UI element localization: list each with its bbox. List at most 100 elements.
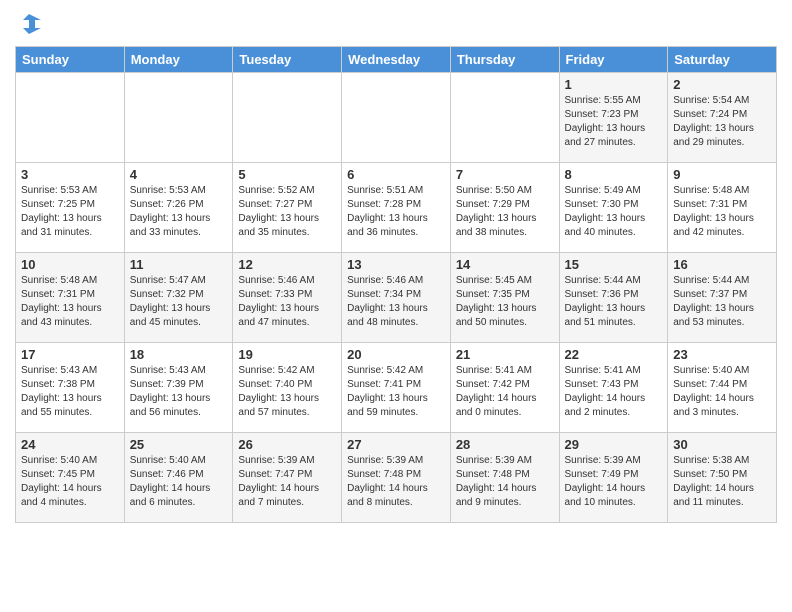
calendar-day-cell: 12Sunrise: 5:46 AM Sunset: 7:33 PM Dayli…: [233, 253, 342, 343]
day-info: Sunrise: 5:41 AM Sunset: 7:43 PM Dayligh…: [565, 364, 663, 420]
calendar-week-row: 3 Sunrise: 5:53 AM Sunset: 7:25 PM Daylig…: [16, 163, 777, 253]
calendar-day-cell: 22 Sunrise: 5:41 AM Sunset: 7:43 PM Dayli…: [559, 343, 668, 433]
day-number: 20: [347, 347, 445, 362]
day-info: Sunrise: 5:41 AM Sunset: 7:42 PM Dayligh…: [456, 364, 554, 420]
day-number: 8: [565, 167, 663, 182]
day-info: Sunrise: 5:40 AM Sunset: 7:44 PM Dayligh…: [673, 364, 771, 420]
day-info: Sunrise: 5:55 AM Sunset: 7:23 PM Dayligh…: [565, 94, 663, 150]
day-number: 26: [238, 437, 336, 452]
calendar-day-cell: 3 Sunrise: 5:53 AM Sunset: 7:25 PM Daylig…: [16, 163, 125, 253]
day-info: Sunrise: 5:47 AM Sunset: 7:32 PM Dayligh…: [130, 274, 228, 330]
day-number: 1: [565, 77, 663, 92]
calendar-day-cell: 6 Sunrise: 5:51 AM Sunset: 7:28 PM Daylig…: [342, 163, 451, 253]
calendar-day-cell: 21 Sunrise: 5:41 AM Sunset: 7:42 PM Dayli…: [450, 343, 559, 433]
day-info: Sunrise: 5:39 AM Sunset: 7:47 PM Dayligh…: [238, 454, 336, 510]
day-info: Sunrise: 5:38 AM Sunset: 7:50 PM Dayligh…: [673, 454, 771, 510]
calendar-header-row: SundayMondayTuesdayWednesdayThursdayFrid…: [16, 47, 777, 73]
day-info: Sunrise: 5:43 AM Sunset: 7:39 PM Dayligh…: [130, 364, 228, 420]
day-number: 13: [347, 257, 445, 272]
weekday-header: Monday: [124, 47, 233, 73]
page-header: [15, 10, 777, 38]
calendar-day-cell: 28 Sunrise: 5:39 AM Sunset: 7:48 PM Dayli…: [450, 433, 559, 523]
calendar-day-cell: 13 Sunrise: 5:46 AM Sunset: 7:34 PM Dayli…: [342, 253, 451, 343]
day-number: 4: [130, 167, 228, 182]
day-info: Sunrise: 5:43 AM Sunset: 7:38 PM Dayligh…: [21, 364, 119, 420]
calendar-week-row: 17 Sunrise: 5:43 AM Sunset: 7:38 PM Dayli…: [16, 343, 777, 433]
calendar-day-cell: [233, 73, 342, 163]
calendar-day-cell: [342, 73, 451, 163]
calendar-day-cell: 15 Sunrise: 5:44 AM Sunset: 7:36 PM Dayli…: [559, 253, 668, 343]
day-number: 25: [130, 437, 228, 452]
day-info: Sunrise: 5:44 AM Sunset: 7:36 PM Dayligh…: [565, 274, 663, 330]
calendar-day-cell: 27Sunrise: 5:39 AM Sunset: 7:48 PM Dayli…: [342, 433, 451, 523]
logo-icon: [15, 10, 43, 38]
day-number: 29: [565, 437, 663, 452]
calendar-day-cell: 19 Sunrise: 5:42 AM Sunset: 7:40 PM Dayli…: [233, 343, 342, 433]
day-number: 14: [456, 257, 554, 272]
calendar-day-cell: [450, 73, 559, 163]
day-number: 17: [21, 347, 119, 362]
day-number: 2: [673, 77, 771, 92]
day-number: 16: [673, 257, 771, 272]
calendar-day-cell: 11 Sunrise: 5:47 AM Sunset: 7:32 PM Dayli…: [124, 253, 233, 343]
calendar-day-cell: 24 Sunrise: 5:40 AM Sunset: 7:45 PM Dayli…: [16, 433, 125, 523]
day-info: Sunrise: 5:39 AM Sunset: 7:48 PM Dayligh…: [456, 454, 554, 510]
calendar-day-cell: 5 Sunrise: 5:52 AM Sunset: 7:27 PM Daylig…: [233, 163, 342, 253]
logo: [15, 10, 47, 38]
calendar-day-cell: 10Sunrise: 5:48 AM Sunset: 7:31 PM Dayli…: [16, 253, 125, 343]
day-info: Sunrise: 5:46 AM Sunset: 7:34 PM Dayligh…: [347, 274, 445, 330]
calendar-day-cell: [16, 73, 125, 163]
calendar-day-cell: 26 Sunrise: 5:39 AM Sunset: 7:47 PM Dayli…: [233, 433, 342, 523]
day-info: Sunrise: 5:44 AM Sunset: 7:37 PM Dayligh…: [673, 274, 771, 330]
weekday-header: Wednesday: [342, 47, 451, 73]
weekday-header: Tuesday: [233, 47, 342, 73]
day-number: 6: [347, 167, 445, 182]
day-info: Sunrise: 5:49 AM Sunset: 7:30 PM Dayligh…: [565, 184, 663, 240]
day-info: Sunrise: 5:39 AM Sunset: 7:49 PM Dayligh…: [565, 454, 663, 510]
day-info: Sunrise: 5:40 AM Sunset: 7:46 PM Dayligh…: [130, 454, 228, 510]
day-info: Sunrise: 5:45 AM Sunset: 7:35 PM Dayligh…: [456, 274, 554, 330]
day-info: Sunrise: 5:50 AM Sunset: 7:29 PM Dayligh…: [456, 184, 554, 240]
calendar-week-row: 24 Sunrise: 5:40 AM Sunset: 7:45 PM Dayli…: [16, 433, 777, 523]
weekday-header: Saturday: [668, 47, 777, 73]
day-number: 30: [673, 437, 771, 452]
weekday-header: Friday: [559, 47, 668, 73]
calendar-day-cell: 18Sunrise: 5:43 AM Sunset: 7:39 PM Dayli…: [124, 343, 233, 433]
calendar-day-cell: 25 Sunrise: 5:40 AM Sunset: 7:46 PM Dayli…: [124, 433, 233, 523]
day-number: 24: [21, 437, 119, 452]
calendar-day-cell: 30 Sunrise: 5:38 AM Sunset: 7:50 PM Dayli…: [668, 433, 777, 523]
day-info: Sunrise: 5:51 AM Sunset: 7:28 PM Dayligh…: [347, 184, 445, 240]
day-number: 21: [456, 347, 554, 362]
day-info: Sunrise: 5:42 AM Sunset: 7:41 PM Dayligh…: [347, 364, 445, 420]
day-number: 12: [238, 257, 336, 272]
day-info: Sunrise: 5:52 AM Sunset: 7:27 PM Dayligh…: [238, 184, 336, 240]
day-number: 23: [673, 347, 771, 362]
calendar-day-cell: 4 Sunrise: 5:53 AM Sunset: 7:26 PM Daylig…: [124, 163, 233, 253]
day-number: 7: [456, 167, 554, 182]
calendar-day-cell: 14 Sunrise: 5:45 AM Sunset: 7:35 PM Dayli…: [450, 253, 559, 343]
day-number: 5: [238, 167, 336, 182]
day-info: Sunrise: 5:53 AM Sunset: 7:26 PM Dayligh…: [130, 184, 228, 240]
calendar-day-cell: 2 Sunrise: 5:54 AM Sunset: 7:24 PM Daylig…: [668, 73, 777, 163]
day-info: Sunrise: 5:40 AM Sunset: 7:45 PM Dayligh…: [21, 454, 119, 510]
weekday-header: Sunday: [16, 47, 125, 73]
calendar-week-row: 1 Sunrise: 5:55 AM Sunset: 7:23 PM Daylig…: [16, 73, 777, 163]
calendar-day-cell: [124, 73, 233, 163]
day-number: 11: [130, 257, 228, 272]
day-number: 3: [21, 167, 119, 182]
day-info: Sunrise: 5:39 AM Sunset: 7:48 PM Dayligh…: [347, 454, 445, 510]
day-number: 15: [565, 257, 663, 272]
calendar-day-cell: 20 Sunrise: 5:42 AM Sunset: 7:41 PM Dayli…: [342, 343, 451, 433]
calendar-day-cell: 8 Sunrise: 5:49 AM Sunset: 7:30 PM Daylig…: [559, 163, 668, 253]
calendar-day-cell: 7 Sunrise: 5:50 AM Sunset: 7:29 PM Daylig…: [450, 163, 559, 253]
day-number: 22: [565, 347, 663, 362]
day-number: 19: [238, 347, 336, 362]
day-info: Sunrise: 5:53 AM Sunset: 7:25 PM Dayligh…: [21, 184, 119, 240]
calendar-day-cell: 1 Sunrise: 5:55 AM Sunset: 7:23 PM Daylig…: [559, 73, 668, 163]
calendar-day-cell: 9Sunrise: 5:48 AM Sunset: 7:31 PM Daylig…: [668, 163, 777, 253]
day-info: Sunrise: 5:54 AM Sunset: 7:24 PM Dayligh…: [673, 94, 771, 150]
calendar-table: SundayMondayTuesdayWednesdayThursdayFrid…: [15, 46, 777, 523]
day-number: 9: [673, 167, 771, 182]
day-number: 28: [456, 437, 554, 452]
day-info: Sunrise: 5:42 AM Sunset: 7:40 PM Dayligh…: [238, 364, 336, 420]
